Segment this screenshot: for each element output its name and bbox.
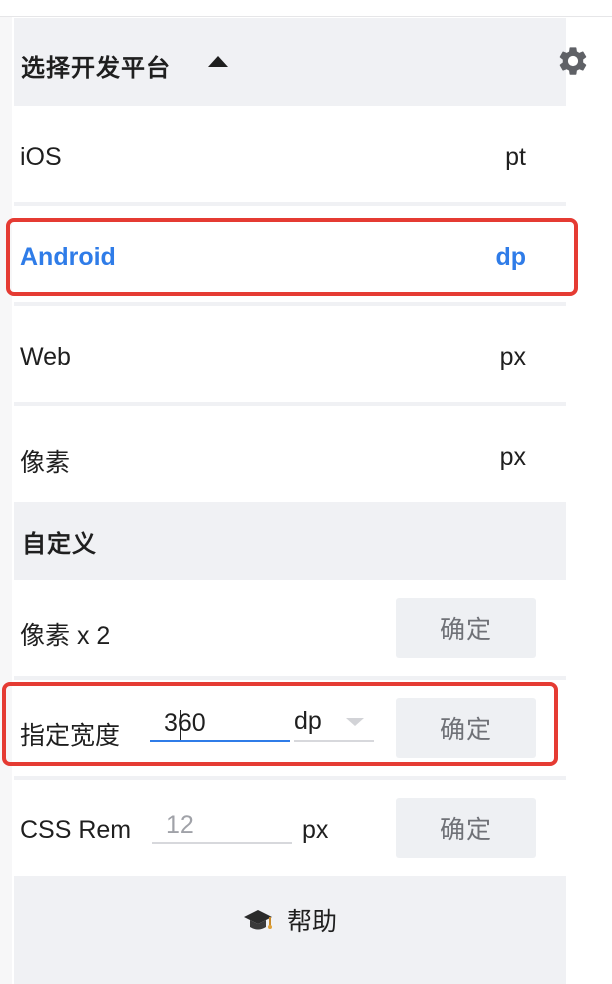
platform-name: Web [20, 343, 71, 371]
custom-row-css-rem: CSS Rem 12 px 确定 [14, 780, 566, 876]
android-highlight-box [6, 218, 578, 296]
platform-name: 像素 [20, 449, 71, 477]
pixel-x2-confirm-button[interactable]: 确定 [396, 598, 536, 658]
platform-unit: px [499, 443, 526, 471]
top-divider [0, 16, 612, 17]
width-highlight-box [2, 682, 558, 766]
custom-row-pixel-x2: 像素 x 2 确定 [14, 580, 566, 676]
platform-unit: pt [505, 143, 526, 171]
custom-section-title: 自定义 [22, 531, 97, 558]
gear-icon[interactable] [556, 44, 590, 78]
platform-option-pixel[interactable]: 像素 px [14, 406, 566, 502]
platform-option-web[interactable]: Web px [14, 306, 566, 402]
platform-name: iOS [20, 143, 62, 171]
pixel-x2-label: 像素 x 2 [20, 622, 111, 650]
graduation-cap-icon [243, 910, 272, 930]
rem-unit-label: px [302, 816, 329, 844]
platform-panel: 选择开发平台 iOS pt Android dp Web px 像素 px 自定… [14, 18, 566, 984]
platform-dropdown-header[interactable]: 选择开发平台 [14, 18, 566, 106]
header-title: 选择开发平台 [21, 55, 171, 82]
help-label: 帮助 [286, 908, 337, 936]
rem-input-placeholder: 12 [166, 811, 194, 839]
caret-up-icon [208, 56, 228, 67]
platform-unit: px [499, 343, 526, 371]
help-button[interactable]: 帮助 [14, 876, 566, 964]
css-rem-confirm-button[interactable]: 确定 [396, 798, 536, 858]
rem-input[interactable]: 12 [152, 806, 292, 844]
css-rem-label: CSS Rem [20, 816, 132, 844]
left-edge [0, 17, 12, 984]
platform-option-ios[interactable]: iOS pt [14, 106, 566, 202]
